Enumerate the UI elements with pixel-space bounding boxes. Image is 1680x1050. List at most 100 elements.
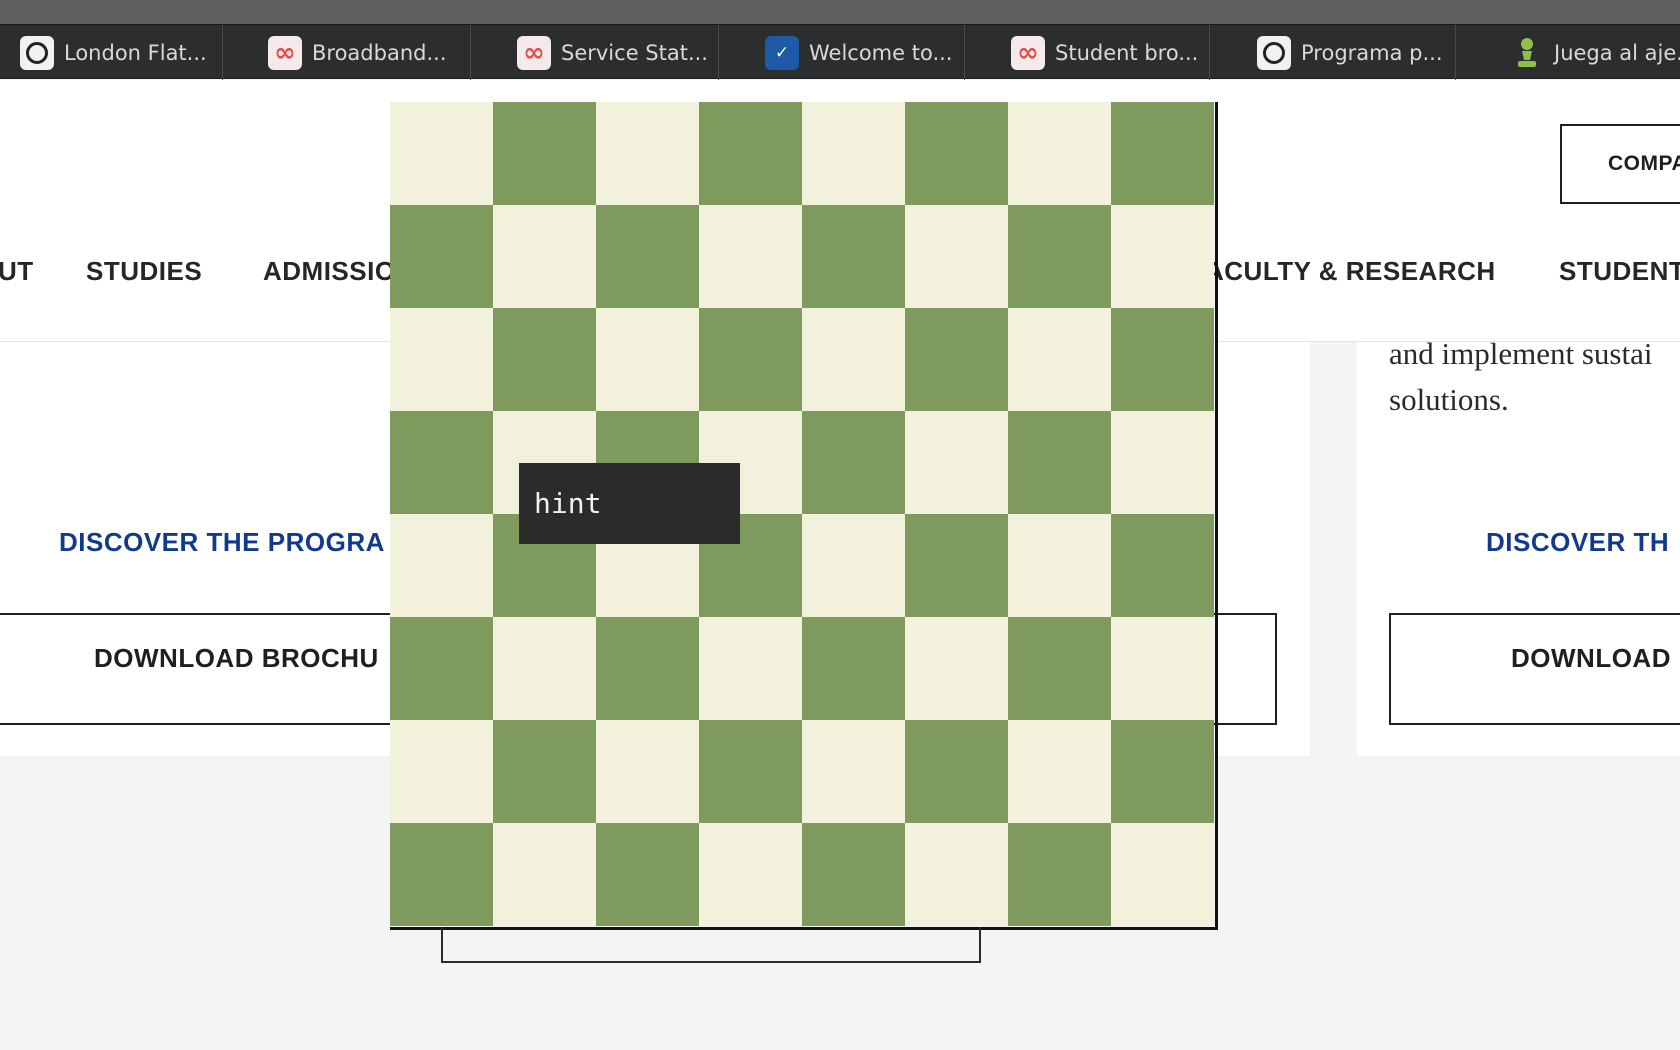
welcome-app-icon: ✓ [765,35,799,70]
board-footer-box [441,927,981,963]
board-square[interactable] [699,308,802,411]
board-square[interactable] [905,308,1008,411]
browser-tab[interactable]: ∞ Service Stat... [497,25,719,80]
board-square[interactable] [905,720,1008,823]
board-square[interactable] [1008,411,1111,514]
browser-tab[interactable]: ✓ Welcome to... [745,25,965,80]
compare-button[interactable]: COMPARE [1560,124,1680,204]
browser-tab[interactable]: ∞ Student bro... [991,25,1209,80]
board-square[interactable] [1008,308,1111,411]
board-square[interactable] [493,720,596,823]
board-square[interactable] [1111,720,1214,823]
openai-icon [20,35,54,70]
tab-bar: London Flat... ∞ Broadband... ∞ Service … [0,24,1680,80]
board-square[interactable] [905,514,1008,617]
board-square[interactable] [390,514,493,617]
board-square[interactable] [390,102,493,205]
board-square[interactable] [699,617,802,720]
card-description: solutions. [1389,382,1509,417]
browser-tab[interactable]: Juega al aje... [1500,25,1680,80]
board-square[interactable] [699,720,802,823]
board-square[interactable] [390,823,493,926]
hint-tooltip[interactable]: hint [519,463,740,544]
board-square[interactable] [1111,308,1214,411]
board-square[interactable] [802,514,905,617]
chess-board[interactable] [390,102,1218,930]
tab-title: Service Stat... [561,40,708,65]
tab-divider [718,25,719,80]
board-square[interactable] [1008,205,1111,308]
board-square[interactable] [596,102,699,205]
board-square[interactable] [905,411,1008,514]
tab-divider [222,25,223,80]
program-card: and implement sustai solutions. DISCOVER… [1357,336,1680,756]
board-square[interactable] [1008,514,1111,617]
card-description: and implement sustai [1389,336,1653,371]
board-square[interactable] [699,102,802,205]
board-square[interactable] [1008,102,1111,205]
board-square[interactable] [493,617,596,720]
board-square[interactable] [802,617,905,720]
board-square[interactable] [596,205,699,308]
board-square[interactable] [1111,411,1214,514]
board-square[interactable] [1008,823,1111,926]
board-square[interactable] [493,823,596,926]
tab-divider [1209,25,1210,80]
board-square[interactable] [390,617,493,720]
tab-title: Student bro... [1055,40,1199,65]
board-square[interactable] [1008,720,1111,823]
board-square[interactable] [390,720,493,823]
nav-student[interactable]: STUDENT [1559,256,1680,287]
board-square[interactable] [905,617,1008,720]
board-square[interactable] [390,411,493,514]
board-square[interactable] [1111,205,1214,308]
board-square[interactable] [493,308,596,411]
infinity-icon: ∞ [268,35,302,70]
nav-studies[interactable]: STUDIES [86,256,202,287]
board-square[interactable] [802,308,905,411]
tab-title: Juega al aje... [1554,40,1680,65]
board-square[interactable] [802,411,905,514]
board-square[interactable] [905,205,1008,308]
board-square[interactable] [802,823,905,926]
board-square[interactable] [802,205,905,308]
nav-about[interactable]: UT [0,256,34,287]
tab-title: Broadband... [312,40,447,65]
board-square[interactable] [1111,823,1214,926]
nav-faculty-research[interactable]: ACULTY & RESEARCH [1205,256,1496,287]
tab-title: Welcome to... [809,40,953,65]
board-square[interactable] [596,720,699,823]
board-square[interactable] [1111,102,1214,205]
tab-title: Programa p... [1301,40,1443,65]
board-square[interactable] [596,617,699,720]
download-brochure-button[interactable]: DOWNLOAD [1389,613,1680,725]
board-square[interactable] [802,102,905,205]
board-square[interactable] [390,205,493,308]
board-square[interactable] [1008,617,1111,720]
discover-program-link[interactable]: DISCOVER TH [1486,527,1669,558]
tab-divider [964,25,965,80]
infinity-icon: ∞ [517,35,551,70]
board-square[interactable] [905,823,1008,926]
board-square[interactable] [1111,514,1214,617]
browser-tab[interactable]: ∞ Broadband... [248,25,470,80]
chess-pawn-icon [1510,36,1544,70]
board-square[interactable] [1111,617,1214,720]
board-square[interactable] [596,308,699,411]
board-square[interactable] [699,823,802,926]
board-square[interactable] [596,823,699,926]
openai-icon [1257,35,1291,70]
board-square[interactable] [699,205,802,308]
tab-divider [470,25,471,80]
board-square[interactable] [802,720,905,823]
nav-admissions[interactable]: ADMISSIO [263,256,396,287]
browser-tab[interactable]: London Flat... [0,25,222,80]
board-square[interactable] [493,102,596,205]
discover-program-link[interactable]: DISCOVER THE PROGRA [59,527,385,558]
browser-tab[interactable]: Programa p... [1237,25,1455,80]
board-square[interactable] [390,308,493,411]
window-titlebar [0,0,1680,24]
tab-divider [1455,25,1456,80]
board-square[interactable] [905,102,1008,205]
board-square[interactable] [493,205,596,308]
